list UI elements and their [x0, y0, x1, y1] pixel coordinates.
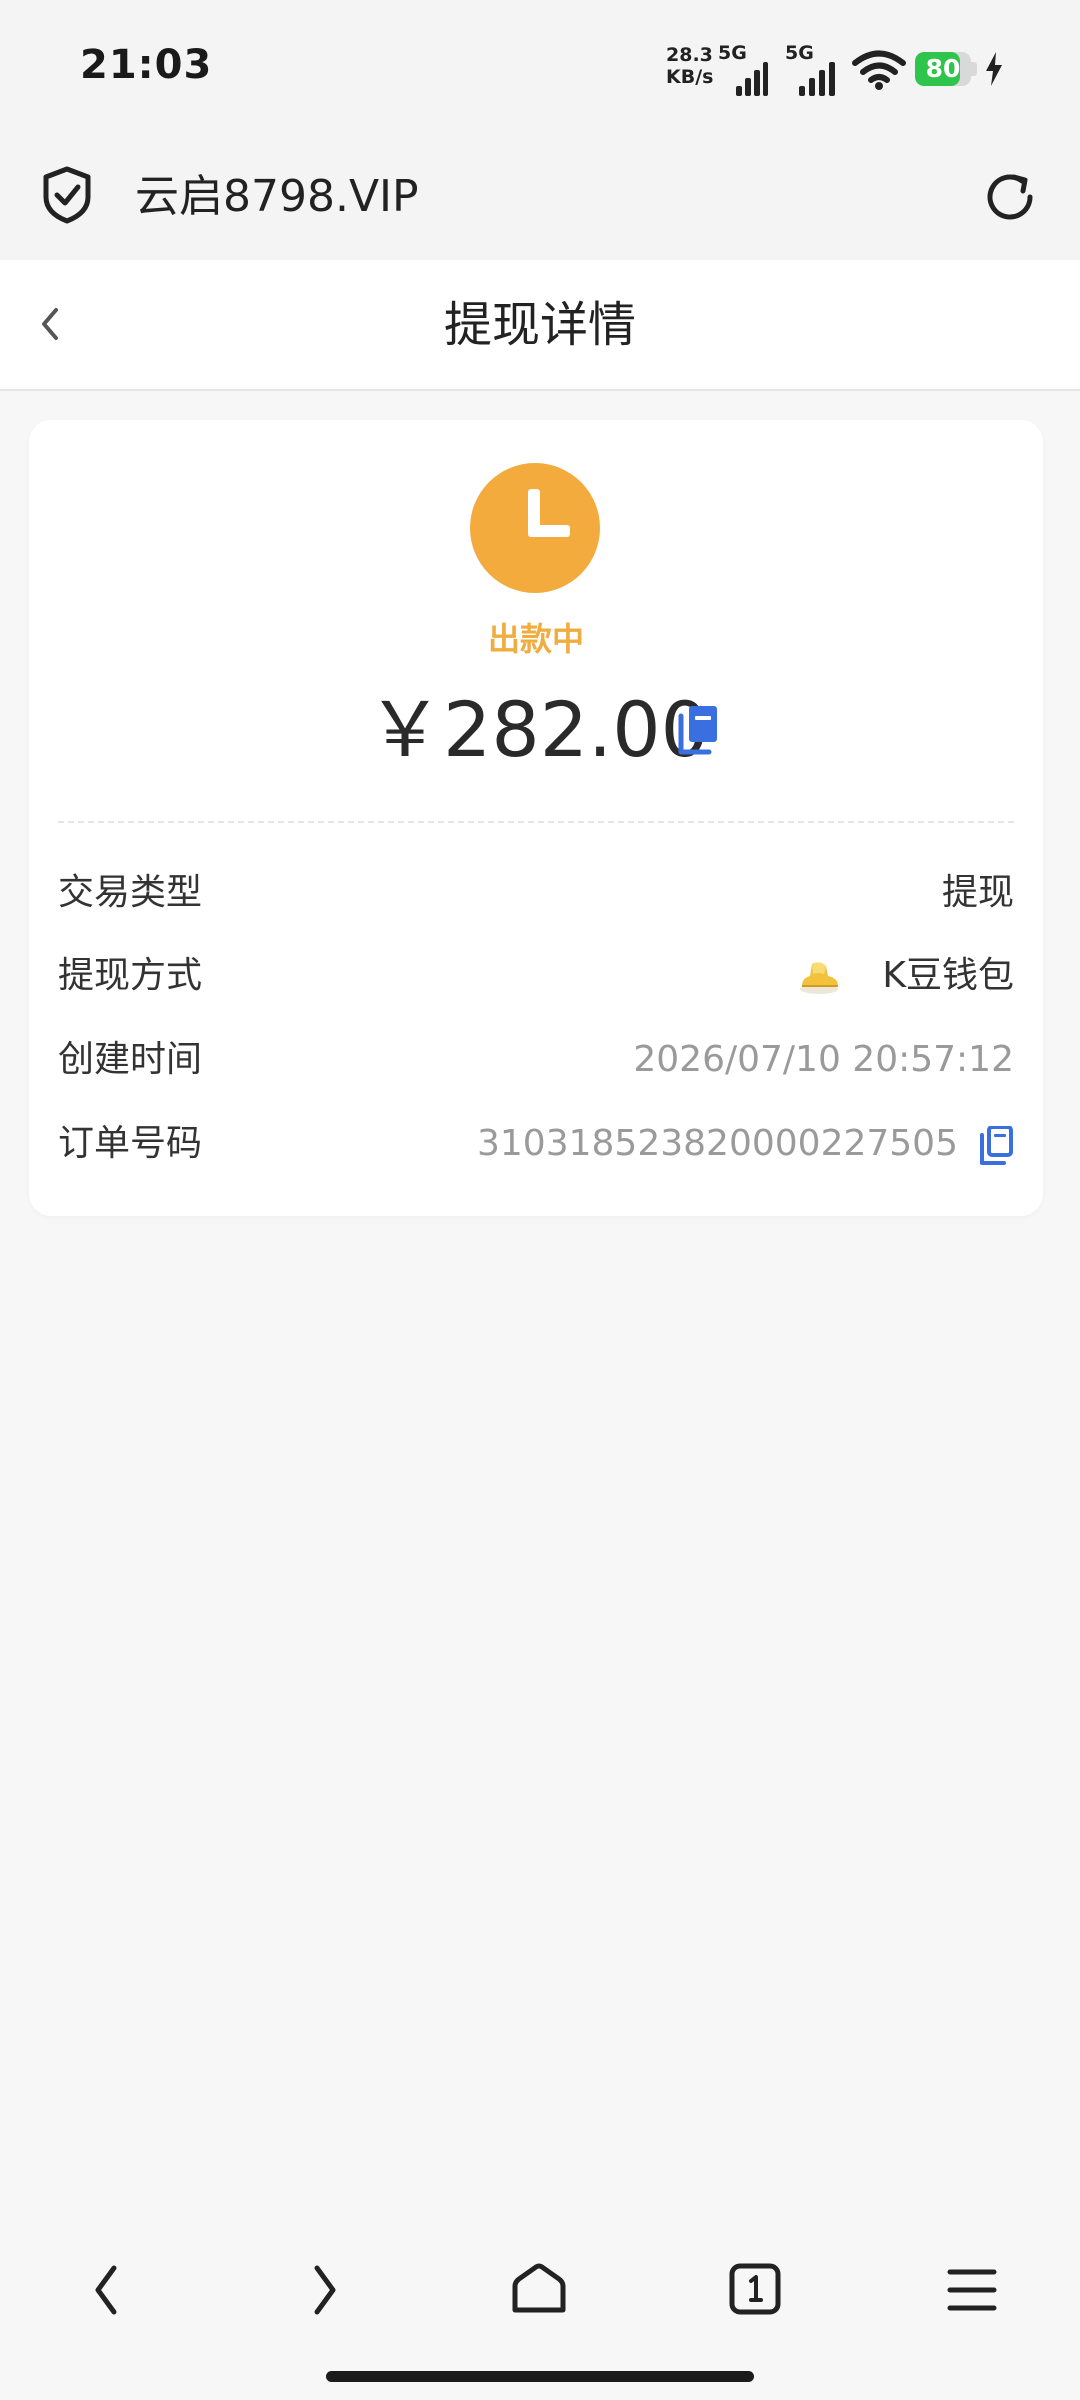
clock-hand-minute	[528, 525, 570, 537]
page-header: 提现详情	[0, 260, 1080, 391]
amount-section: ￥282.00	[29, 680, 1043, 780]
status-bar: 21:03 28.3 KB/s 5G 5G 80	[0, 0, 1080, 135]
wifi-icon	[852, 50, 906, 90]
gold-shoe-icon	[800, 962, 838, 994]
copy-icon	[678, 706, 717, 755]
detail-row-withdraw-method: 提现方式 K豆钱包	[58, 946, 1014, 1006]
battery-indicator: 80	[915, 52, 977, 86]
nav-tabs-button[interactable]	[715, 2250, 795, 2330]
copy-order-button[interactable]	[978, 1126, 1014, 1166]
row-label: 提现方式	[58, 955, 203, 996]
chevron-right-icon	[314, 2265, 336, 2315]
nav-forward-button[interactable]	[283, 2250, 363, 2330]
copy-icon	[980, 1126, 1013, 1165]
battery-level: 80	[925, 54, 961, 83]
home-indicator[interactable]	[326, 2371, 754, 2382]
row-label: 订单号码	[58, 1123, 203, 1164]
detail-row-order-number: 订单号码 310318523820000227505	[58, 1114, 1014, 1174]
nav-home-button[interactable]	[499, 2250, 579, 2330]
clock-icon	[470, 463, 600, 593]
battery-cap	[971, 62, 977, 76]
row-label: 创建时间	[58, 1039, 203, 1080]
copy-amount-button[interactable]	[675, 704, 721, 758]
chevron-left-icon	[95, 2265, 117, 2315]
browser-url-bar: 云启8798.VIP	[0, 135, 1080, 260]
detail-row-created-time: 创建时间 2026/07/10 20:57:12	[58, 1030, 1014, 1090]
page-title: 提现详情	[443, 297, 636, 353]
tabs-icon	[729, 2263, 781, 2315]
row-value: K豆钱包	[882, 955, 1014, 996]
signal-bars-icon	[799, 62, 835, 96]
shield-check-icon[interactable]	[40, 165, 94, 225]
nav-menu-button[interactable]	[932, 2250, 1012, 2330]
charging-icon	[986, 52, 1002, 86]
order-number-value: 310318523820000227505	[477, 1123, 958, 1164]
amount-value: ￥282.00	[367, 685, 709, 774]
detail-row-transaction-type: 交易类型 提现	[58, 863, 1014, 923]
dashed-divider	[58, 821, 1014, 823]
menu-icon	[947, 2269, 997, 2311]
home-icon	[512, 2263, 566, 2313]
status-time: 21:03	[80, 42, 213, 88]
url-text[interactable]: 云启8798.VIP	[135, 165, 419, 229]
row-value: 2026/07/10 20:57:12	[633, 1039, 1014, 1080]
screen: 21:03 28.3 KB/s 5G 5G 80 云启8798.VIP 提现详情…	[0, 0, 1080, 2400]
signal-bars-icon	[736, 62, 768, 96]
nav-back-button[interactable]	[68, 2250, 148, 2330]
row-label: 交易类型	[58, 872, 203, 913]
browser-bottom-nav	[0, 2220, 1080, 2360]
row-value: 提现	[941, 872, 1014, 913]
status-text: 出款中	[487, 620, 584, 658]
battery-body: 80	[915, 52, 971, 86]
reload-icon[interactable]	[980, 167, 1040, 227]
withdrawal-detail-card: 出款中 ￥282.00 交易类型 提现 提现方式 K豆钱包 创建时间 2026/…	[29, 420, 1043, 1216]
